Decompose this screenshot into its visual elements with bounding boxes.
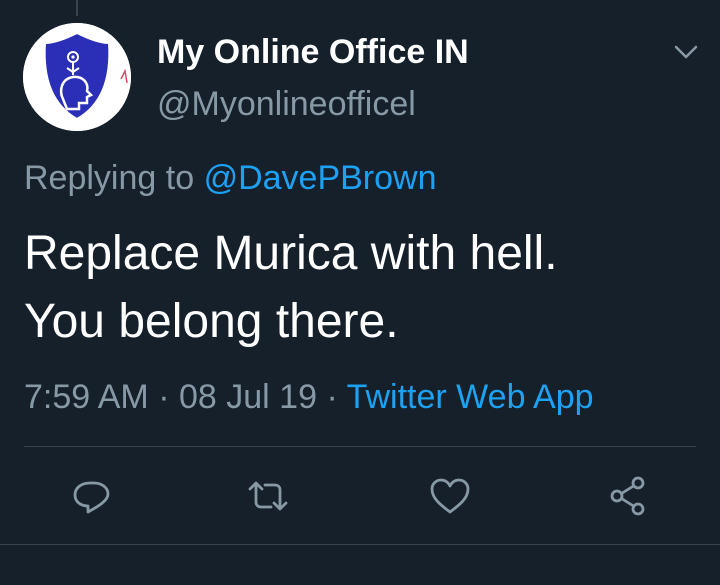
author-display-name[interactable]: My Online Office IN (157, 30, 469, 74)
avatar[interactable] (23, 23, 131, 131)
reply-button[interactable] (70, 474, 114, 518)
retweet-button[interactable] (246, 474, 290, 518)
share-icon (610, 476, 645, 516)
divider (0, 544, 720, 545)
meta-separator: · (158, 378, 170, 416)
tweet-metadata: 7:59 AM · 08 Jul 19 · Twitter Web App (24, 373, 594, 421)
chevron-down-icon (674, 45, 698, 59)
retweet-icon (248, 481, 288, 511)
tweet-menu-button[interactable] (670, 38, 702, 66)
divider (24, 446, 696, 447)
like-icon (430, 478, 470, 514)
tweet-text-line: You belong there. (24, 295, 399, 348)
share-button[interactable] (606, 474, 650, 518)
tweet-text-line: Replace Murica with hell. (24, 227, 558, 280)
tweet-source-link[interactable]: Twitter Web App (347, 378, 594, 416)
reply-icon (73, 481, 110, 514)
replying-to-label: Replying to (24, 159, 195, 197)
replying-to: Replying to @DavePBrown (24, 155, 437, 201)
tweet-date: 08 Jul 19 (178, 378, 317, 416)
like-button[interactable] (428, 474, 472, 518)
tweet-text: Replace Murica with hell. You belong the… (24, 220, 704, 356)
replying-to-mention[interactable]: @DavePBrown (204, 159, 437, 197)
thread-connector-line (76, 0, 78, 16)
avatar-logo-icon (23, 23, 131, 131)
tweet-time: 7:59 AM (24, 378, 149, 416)
author-handle[interactable]: @Myonlineofficel (157, 82, 416, 126)
meta-separator: · (326, 378, 338, 416)
